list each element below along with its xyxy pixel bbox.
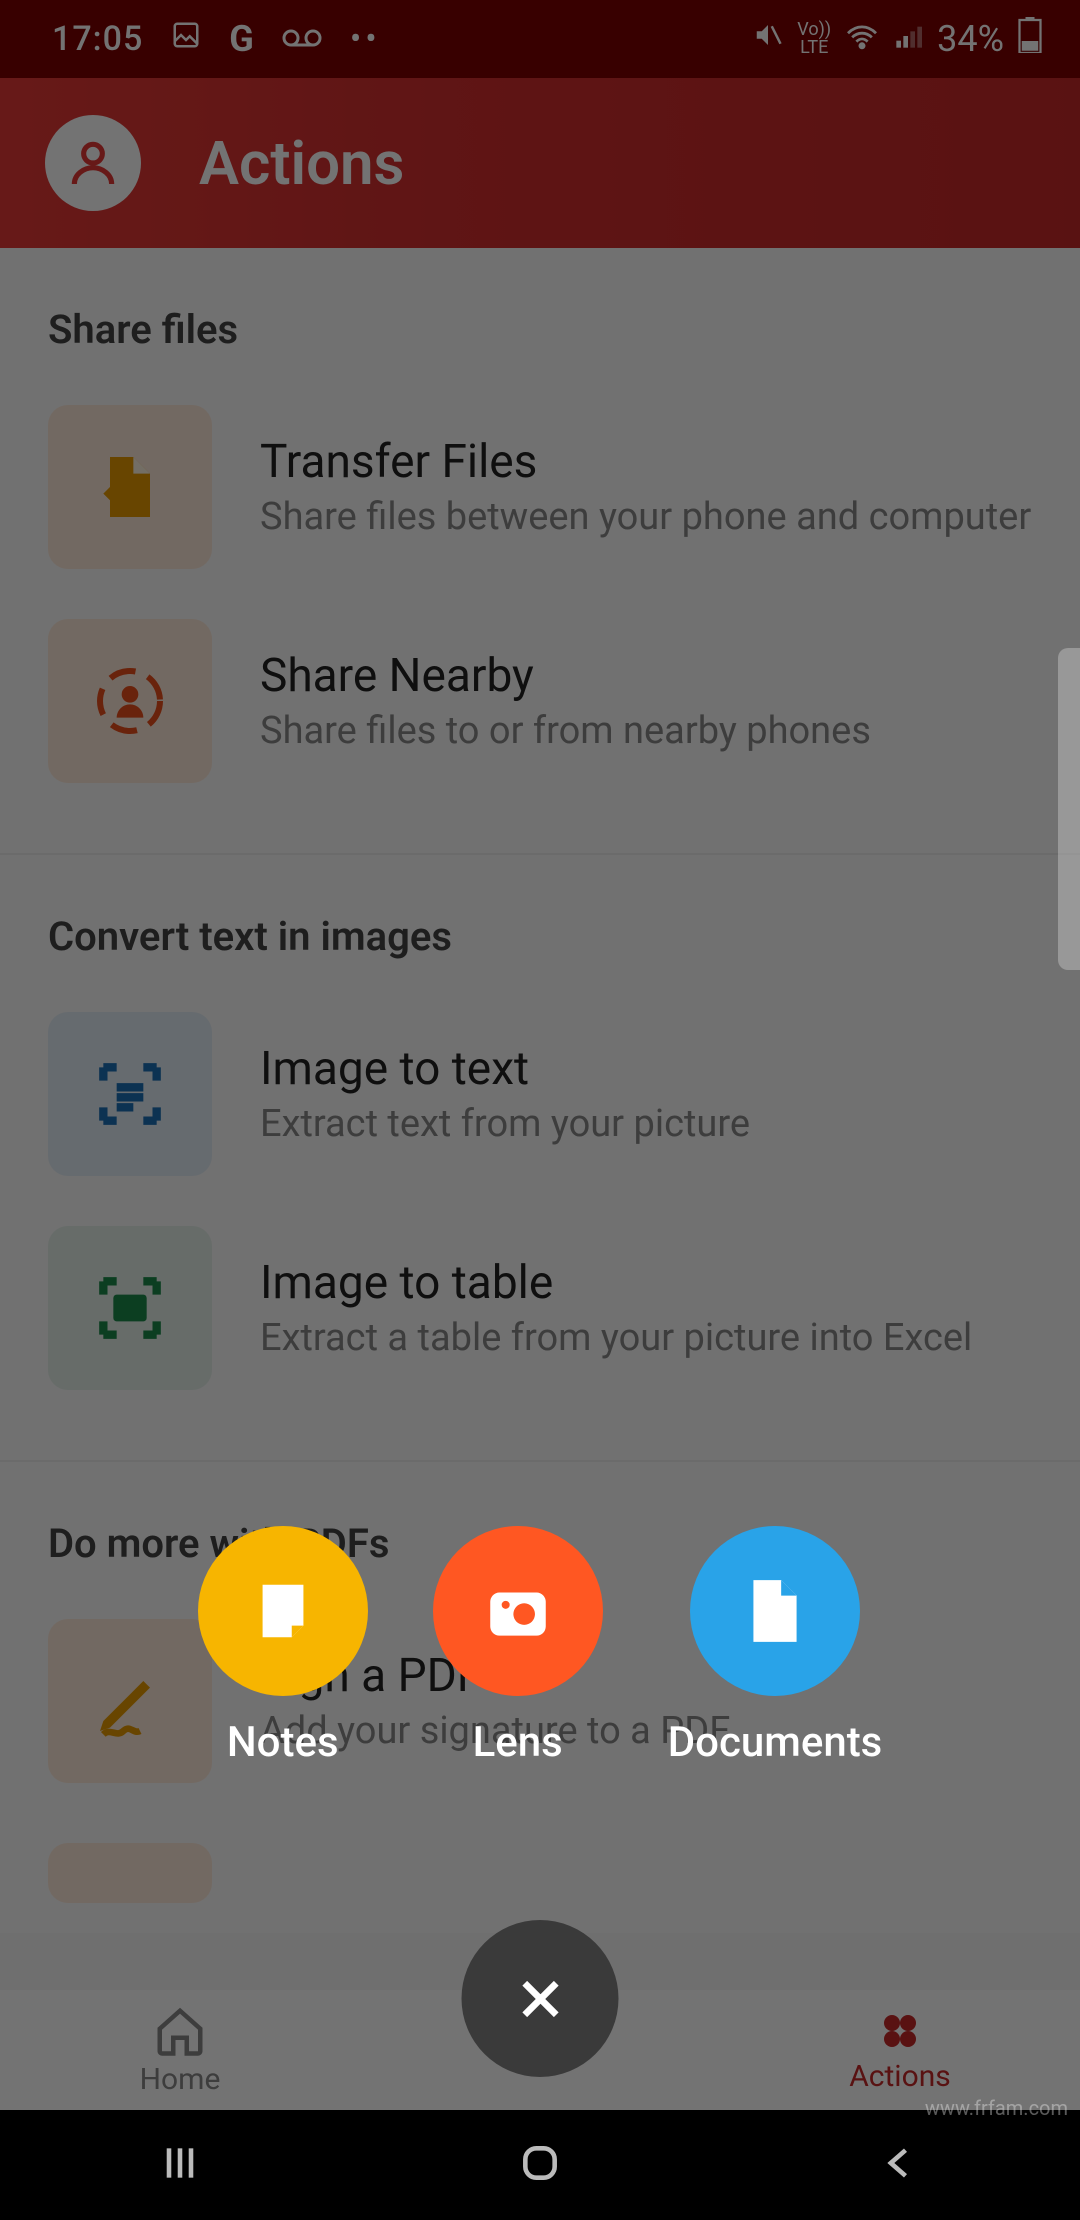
document-icon — [690, 1526, 860, 1696]
fab-label: Lens — [473, 1718, 563, 1767]
watermark: www.frfam.com — [925, 2096, 1068, 2120]
fab-lens[interactable]: Lens — [433, 1526, 603, 1767]
system-nav — [0, 2110, 1080, 2220]
fab-documents[interactable]: Documents — [668, 1526, 883, 1767]
close-icon — [513, 1972, 567, 2026]
fab-notes[interactable]: Notes — [198, 1526, 368, 1767]
back-button[interactable] — [878, 2141, 922, 2189]
recents-button[interactable] — [158, 2141, 202, 2189]
fab-label: Documents — [668, 1718, 883, 1767]
fab-label: Notes — [227, 1718, 339, 1767]
scroll-handle[interactable] — [1058, 648, 1080, 970]
notes-icon — [198, 1526, 368, 1696]
fab-menu: Notes Lens Documents — [0, 1526, 1080, 1767]
home-button[interactable] — [518, 2141, 562, 2189]
camera-icon — [433, 1526, 603, 1696]
modal-scrim[interactable] — [0, 0, 1080, 2220]
fab-close[interactable] — [462, 1920, 619, 2077]
